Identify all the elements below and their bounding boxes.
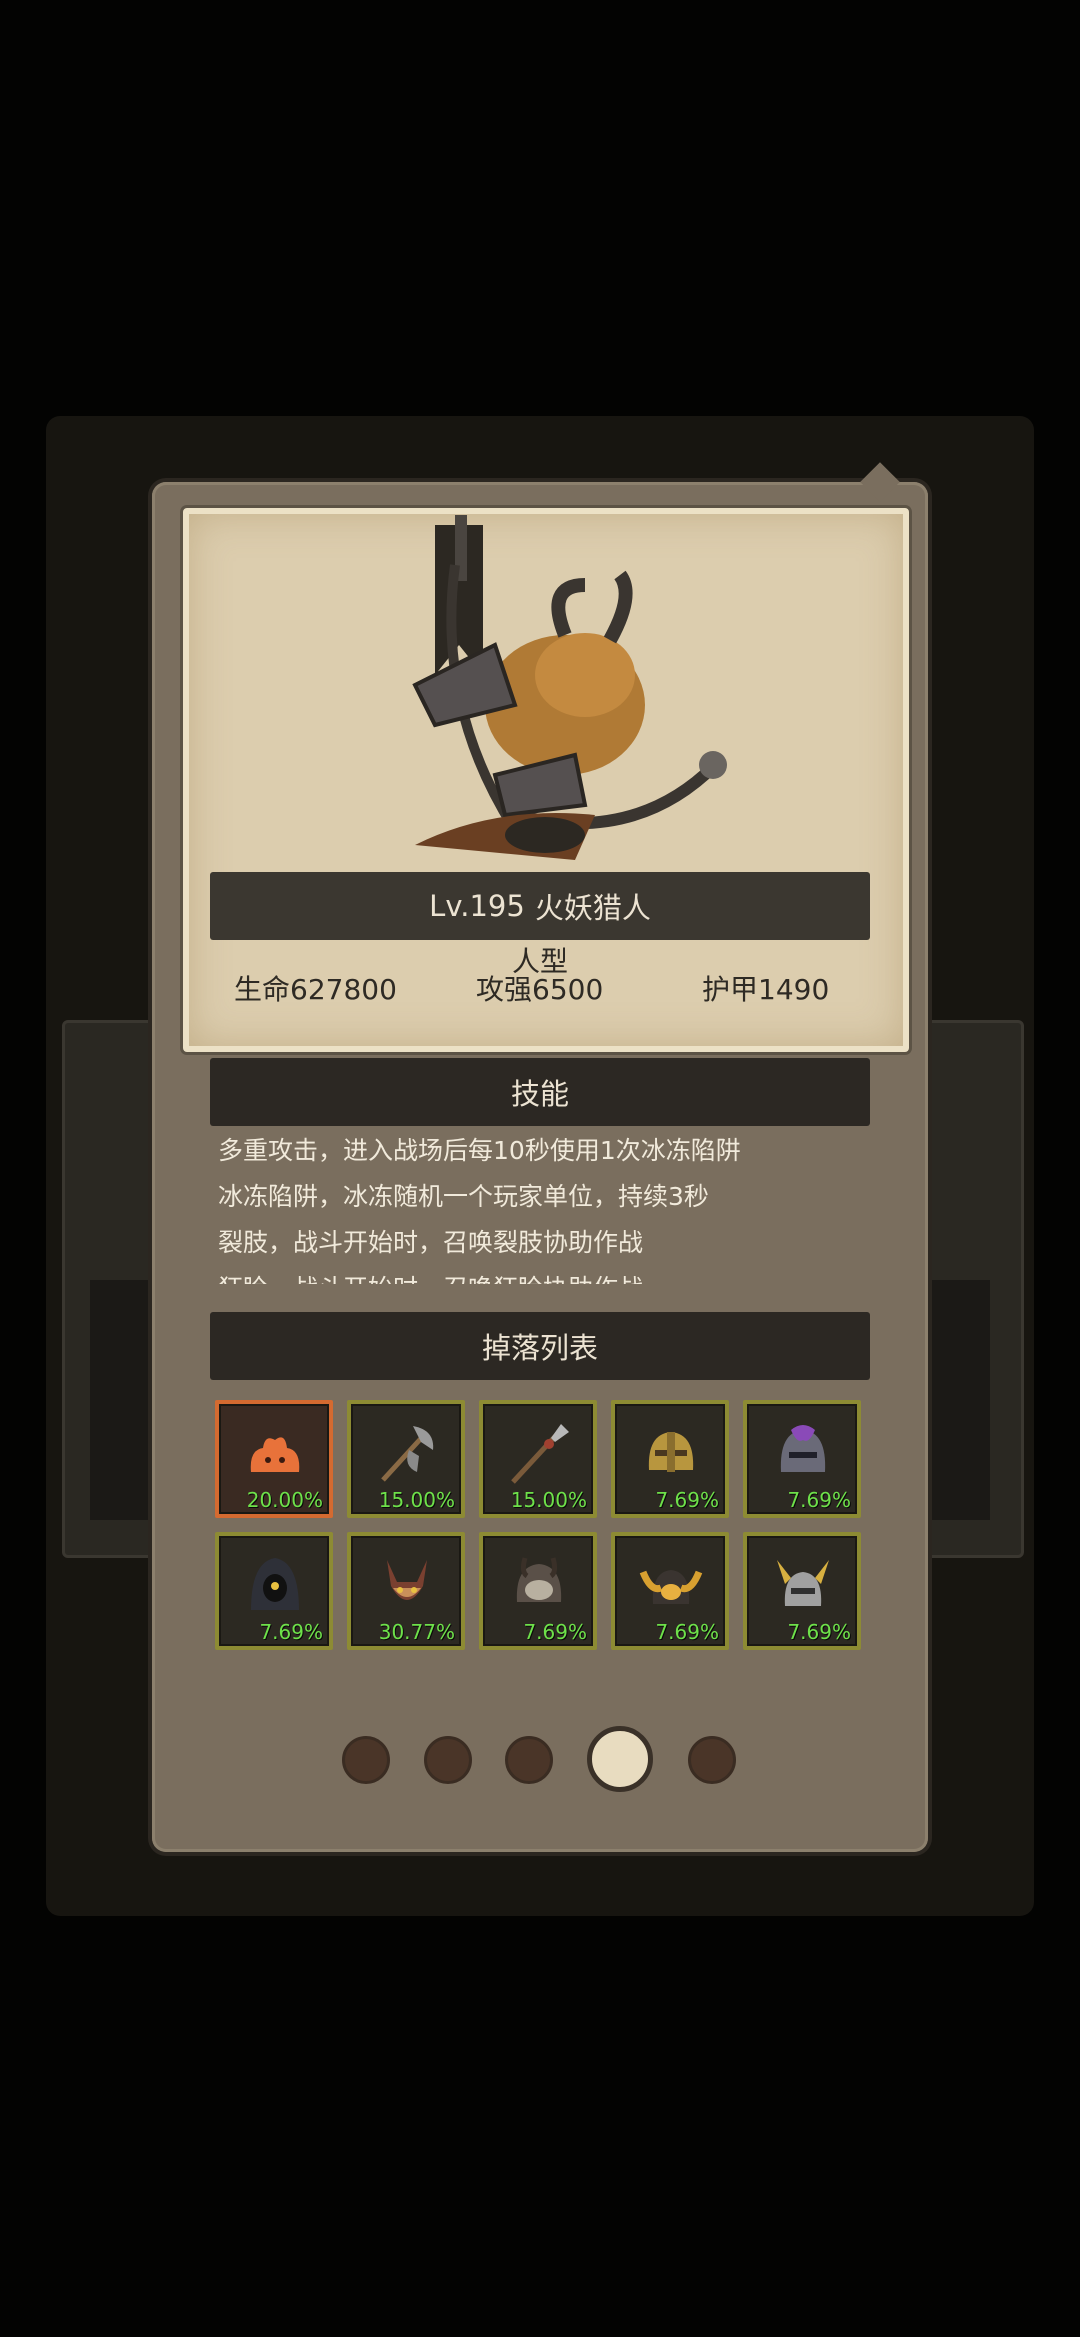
- page-dot-3[interactable]: [505, 1736, 553, 1784]
- drop-percent: 15.00%: [510, 1488, 587, 1512]
- drop-percent: 15.00%: [378, 1488, 455, 1512]
- drop-percent: 7.69%: [655, 1620, 719, 1644]
- stat-hp: 生命627800: [234, 973, 397, 1006]
- monster-level: Lv.195: [429, 889, 525, 923]
- spear-icon: [511, 1424, 569, 1484]
- page-dot-5[interactable]: [688, 1736, 736, 1784]
- drop-item[interactable]: 30.77%: [347, 1532, 465, 1650]
- page-dot-4-active[interactable]: [587, 1726, 653, 1792]
- skills-list[interactable]: 多重攻击，进入战场后每10秒使用1次冰冻陷阱 冰冻陷阱，冰冻随机一个玩家单位，持…: [218, 1128, 858, 1284]
- purple-helmet-icon: [780, 1425, 826, 1472]
- skull-helmet-icon: [516, 1557, 562, 1602]
- drop-percent: 7.69%: [523, 1620, 587, 1644]
- drops-header: 掉落列表: [210, 1312, 870, 1380]
- drop-percent: 7.69%: [787, 1620, 851, 1644]
- winged-helmet-icon: [777, 1560, 829, 1606]
- monster-name: 火妖猎人: [534, 891, 651, 925]
- golden-helmet-icon: [648, 1432, 694, 1472]
- drop-item[interactable]: 7.69%: [743, 1400, 861, 1518]
- drop-percent: 7.69%: [655, 1488, 719, 1512]
- monster-illustration: [412, 515, 727, 860]
- drop-grid: 20.00% 15.00% 15.00% 7.69% 7.69% 7.69% 3…: [215, 1400, 865, 1660]
- stat-armor: 护甲1490: [702, 973, 830, 1006]
- skills-header: 技能: [210, 1058, 870, 1126]
- page-dot-2[interactable]: [424, 1736, 472, 1784]
- flame-helmet-icon: [639, 1570, 703, 1604]
- horned-mask-icon: [387, 1560, 427, 1600]
- skill-line: 裂肢，战斗开始时，召唤裂肢协助作战: [218, 1228, 644, 1257]
- skill-line: 狂睑，战斗开始时，召唤狂睑协助作战: [218, 1266, 858, 1284]
- skill-line: 冰冻陷阱，冰冻随机一个玩家单位，持续3秒: [218, 1182, 709, 1211]
- drop-percent: 30.77%: [378, 1620, 455, 1644]
- drop-item[interactable]: 15.00%: [479, 1400, 597, 1518]
- drop-item[interactable]: 7.69%: [743, 1532, 861, 1650]
- hood-icon: [251, 1558, 299, 1610]
- monster-name-bar: Lv.195 火妖猎人: [210, 872, 870, 940]
- skill-line: 多重攻击，进入战场后每10秒使用1次冰冻陷阱: [218, 1136, 741, 1165]
- drop-item[interactable]: 7.69%: [215, 1532, 333, 1650]
- fire-slime-icon: [250, 1437, 300, 1472]
- drop-percent: 7.69%: [787, 1488, 851, 1512]
- drop-item[interactable]: 7.69%: [479, 1532, 597, 1650]
- stat-attack: 攻强6500: [476, 973, 604, 1006]
- drop-percent: 20.00%: [246, 1488, 323, 1512]
- axe-icon: [381, 1426, 434, 1482]
- drop-percent: 7.69%: [259, 1620, 323, 1644]
- skills-title: 技能: [510, 1077, 569, 1111]
- drop-item[interactable]: 15.00%: [347, 1400, 465, 1518]
- drop-item[interactable]: 7.69%: [611, 1532, 729, 1650]
- drop-item[interactable]: 20.00%: [215, 1400, 333, 1518]
- drops-title: 掉落列表: [481, 1331, 598, 1365]
- drop-item[interactable]: 7.69%: [611, 1400, 729, 1518]
- page-dot-1[interactable]: [342, 1736, 390, 1784]
